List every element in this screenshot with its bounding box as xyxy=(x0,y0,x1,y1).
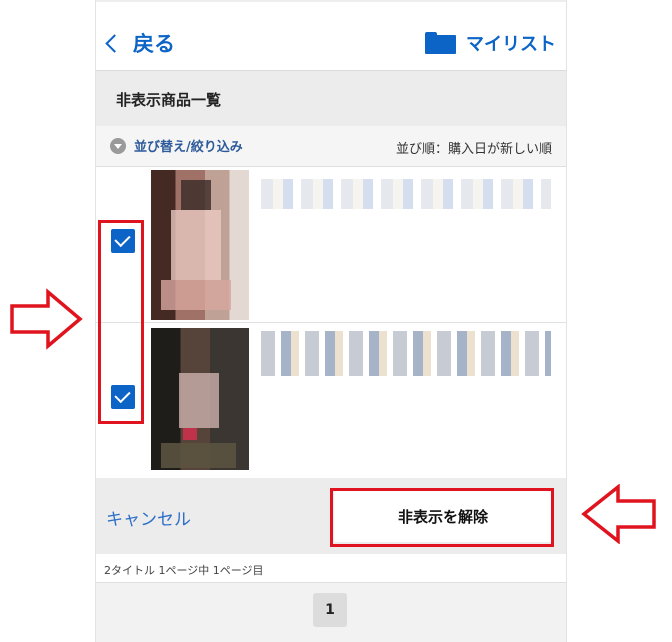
sort-filter-toggle[interactable]: 並び替え/絞り込み xyxy=(110,136,243,155)
sort-bar: 並び替え/絞り込み 並び順：購入日が新しい順 xyxy=(96,126,566,167)
cancel-button[interactable]: キャンセル xyxy=(106,505,191,530)
page-summary: 2タイトル 1ページ中 1ページ目 xyxy=(104,564,264,577)
chevron-down-circle-icon xyxy=(110,137,126,154)
mylist-button[interactable]: マイリスト xyxy=(425,29,556,57)
annotation-checkbox-highlight xyxy=(98,220,144,424)
mylist-label: マイリスト xyxy=(466,34,556,55)
sort-filter-label: 並び替え/絞り込み xyxy=(134,140,243,155)
product-thumbnail[interactable] xyxy=(151,170,249,320)
folder-icon xyxy=(425,32,456,54)
product-thumbnail[interactable] xyxy=(151,328,249,470)
chevron-left-icon xyxy=(105,33,124,53)
back-button[interactable]: 戻る xyxy=(104,28,175,58)
section-header: 非表示商品一覧 xyxy=(96,71,566,126)
header-bar: 戻る マイリスト xyxy=(96,2,566,71)
back-label: 戻る xyxy=(133,32,175,56)
list-item xyxy=(96,167,566,323)
product-title-redacted xyxy=(261,179,551,209)
product-title-redacted xyxy=(261,331,551,376)
sort-order-text: 並び順：購入日が新しい順 xyxy=(395,142,552,157)
pagination: 1 xyxy=(96,582,566,642)
annotation-arrow-right-icon xyxy=(10,288,83,350)
annotation-unhide-highlight xyxy=(330,488,554,547)
page-title: 非表示商品一覧 xyxy=(116,91,222,109)
list-item xyxy=(96,323,566,473)
annotation-arrow-left-icon xyxy=(581,484,656,544)
page-number-button[interactable]: 1 xyxy=(313,593,347,627)
